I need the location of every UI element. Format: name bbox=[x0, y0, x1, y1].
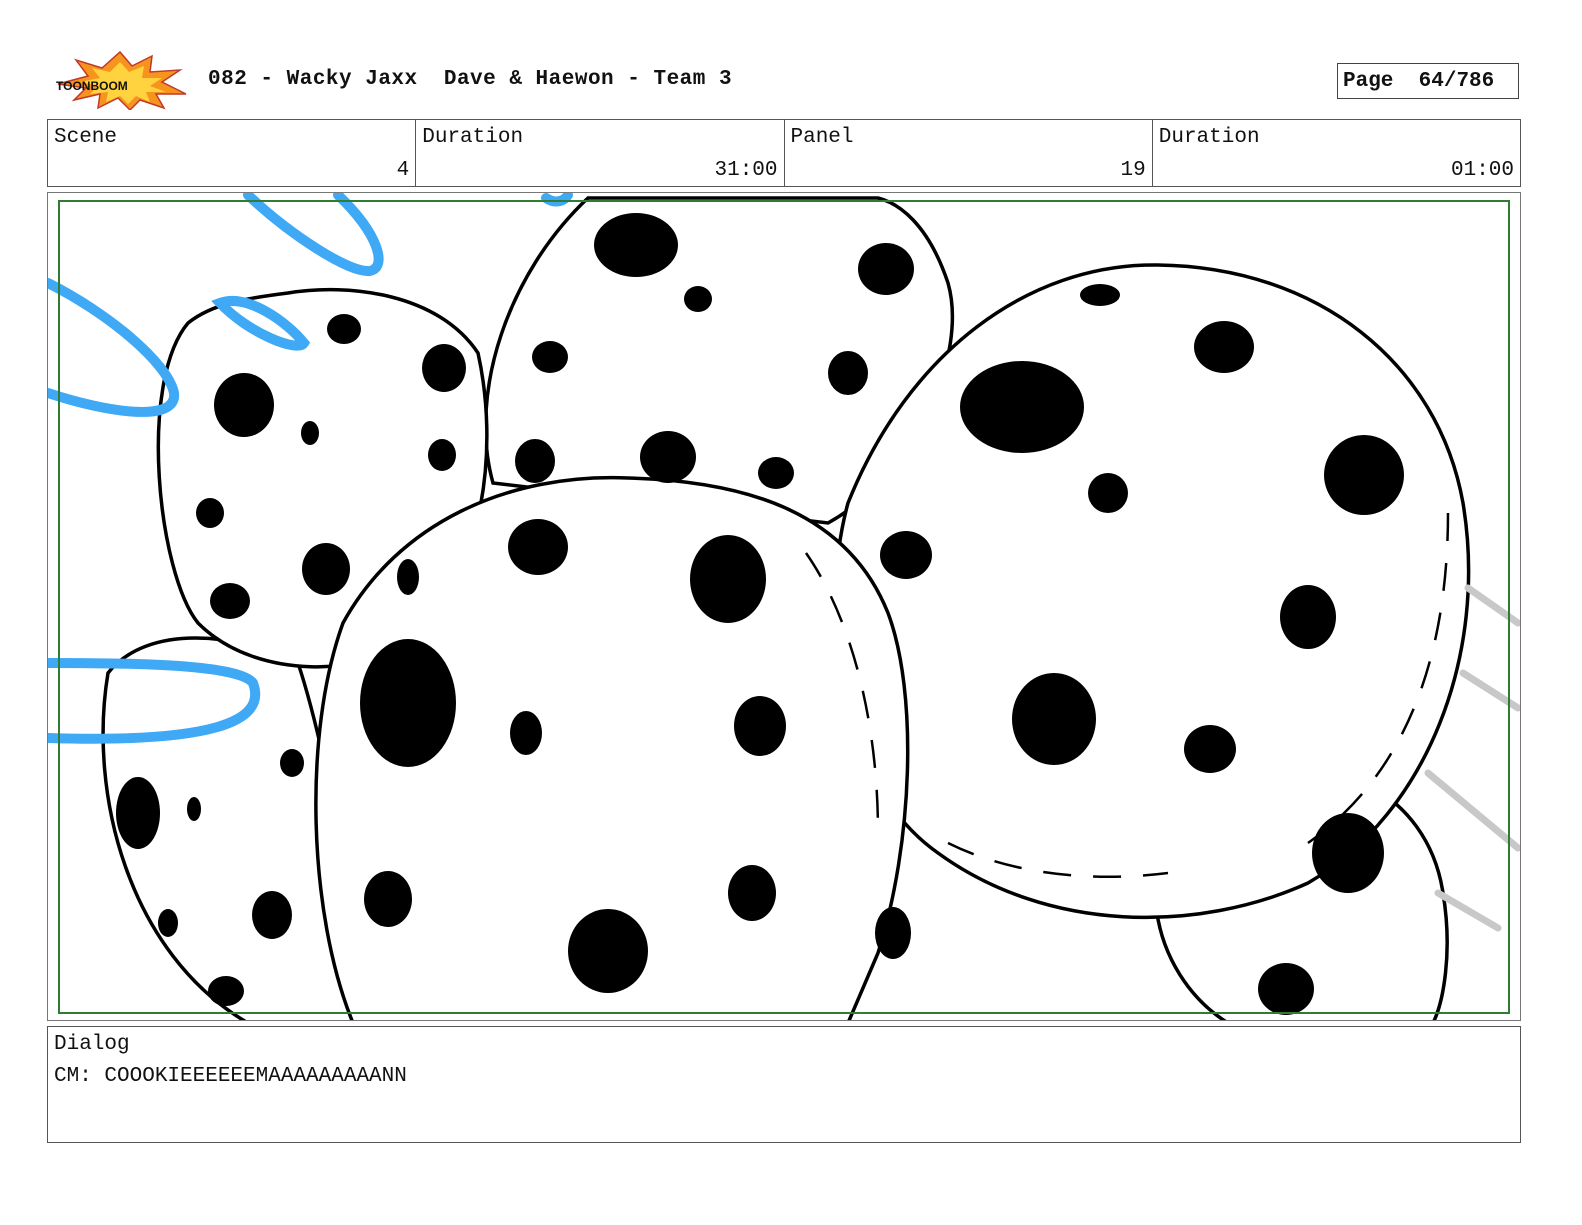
scene-duration-label: Duration bbox=[422, 126, 524, 149]
panel-info-row: Scene 4 Duration 31:00 Panel 19 Duration… bbox=[47, 119, 1521, 187]
chip bbox=[515, 439, 555, 483]
chip bbox=[1080, 284, 1120, 306]
chip bbox=[301, 421, 319, 445]
chip bbox=[684, 286, 712, 312]
dialog-box: Dialog CM: COOOKIEEEEEEMAAAAAAAAANN bbox=[47, 1026, 1521, 1143]
logo-text: TOONBOOM bbox=[56, 79, 128, 93]
panel-cell: Panel 19 bbox=[785, 120, 1153, 186]
chip bbox=[397, 559, 419, 595]
chip bbox=[828, 351, 868, 395]
chip bbox=[422, 344, 466, 392]
chip bbox=[758, 457, 794, 489]
dialog-line: CM: COOOKIEEEEEEMAAAAAAAAANN bbox=[54, 1065, 407, 1088]
panel-value: 19 bbox=[1120, 159, 1146, 182]
chip bbox=[640, 431, 696, 483]
storyboard-panel bbox=[47, 192, 1521, 1021]
chip bbox=[364, 871, 412, 927]
chip bbox=[214, 373, 274, 437]
chip bbox=[508, 519, 568, 575]
page-number: 64/786 bbox=[1418, 69, 1495, 93]
chip bbox=[327, 314, 361, 344]
chip bbox=[568, 909, 648, 993]
scene-cell: Scene 4 bbox=[48, 120, 417, 186]
chip bbox=[1280, 585, 1336, 649]
chip bbox=[302, 543, 350, 595]
chip bbox=[880, 531, 932, 579]
chip bbox=[210, 583, 250, 619]
chip bbox=[252, 891, 292, 939]
chip bbox=[1258, 963, 1314, 1015]
scene-duration-cell: Duration 31:00 bbox=[416, 120, 785, 186]
chip bbox=[158, 909, 178, 937]
chip bbox=[116, 777, 160, 849]
scene-duration-value: 31:00 bbox=[714, 159, 778, 182]
page-label: Page bbox=[1343, 69, 1394, 93]
chip bbox=[1324, 435, 1404, 515]
chip bbox=[594, 213, 678, 277]
chip bbox=[532, 341, 568, 373]
dialog-label: Dialog bbox=[54, 1033, 130, 1056]
chip bbox=[1312, 813, 1384, 893]
chip bbox=[960, 361, 1084, 453]
panel-duration-value: 01:00 bbox=[1450, 159, 1514, 182]
chip bbox=[428, 439, 456, 471]
chip bbox=[196, 498, 224, 528]
chip bbox=[734, 696, 786, 756]
toonboom-logo: TOONBOOM bbox=[52, 50, 188, 112]
document-title: 082 - Wacky Jaxx Dave & Haewon - Team 3 bbox=[208, 68, 733, 91]
chip bbox=[1194, 321, 1254, 373]
panel-duration-label: Duration bbox=[1158, 126, 1260, 149]
panel-label: Panel bbox=[790, 126, 854, 149]
chip bbox=[1184, 725, 1236, 773]
chip bbox=[728, 865, 776, 921]
panel-artwork bbox=[48, 193, 1520, 1020]
chip bbox=[690, 535, 766, 623]
chip bbox=[187, 797, 201, 821]
chip bbox=[858, 243, 914, 295]
chip bbox=[208, 976, 244, 1006]
chip bbox=[1012, 673, 1096, 765]
scene-label: Scene bbox=[54, 126, 118, 149]
page-indicator: Page 64/786 bbox=[1337, 63, 1519, 99]
chip bbox=[280, 749, 304, 777]
chip bbox=[360, 639, 456, 767]
panel-duration-cell: Duration 01:00 bbox=[1153, 120, 1520, 186]
chip bbox=[1088, 473, 1128, 513]
chip bbox=[510, 711, 542, 755]
chip bbox=[875, 907, 911, 959]
scene-value: 4 bbox=[396, 159, 410, 182]
